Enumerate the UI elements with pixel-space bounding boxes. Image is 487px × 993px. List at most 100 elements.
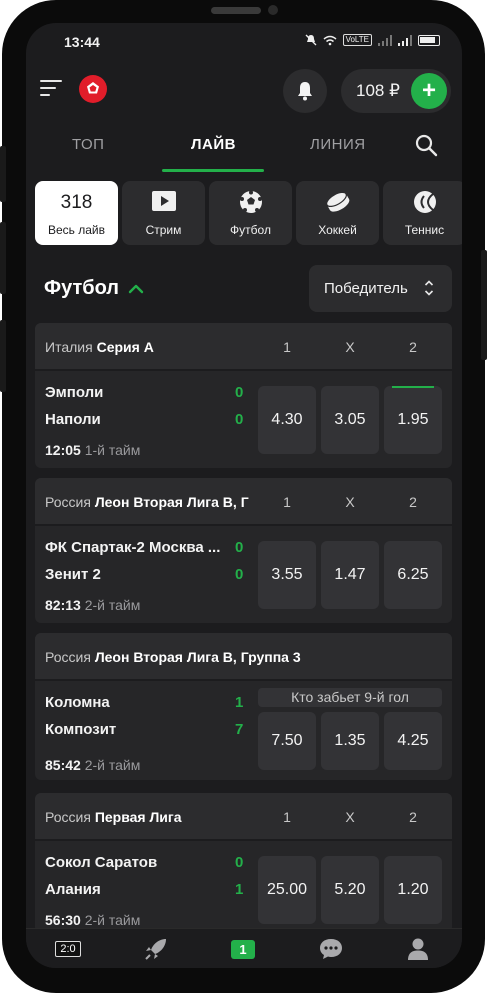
odd-button-x[interactable]: 3.05 (321, 386, 379, 454)
away-team[interactable]: Алания (45, 881, 101, 898)
away-score: 7 (235, 721, 244, 738)
sport-chip-tennis[interactable]: Теннис (383, 181, 462, 245)
balance-pill[interactable]: 108 ₽ + (341, 69, 451, 113)
odd-button-2[interactable]: 6.25 (384, 541, 442, 609)
signal-icon (398, 34, 412, 46)
column-label-2: 2 (409, 494, 417, 510)
menu-icon[interactable] (40, 80, 62, 98)
away-score: 0 (235, 411, 244, 428)
phone-side-button (0, 146, 6, 202)
volte-icon: VoLTE (342, 34, 372, 46)
soccer-ball-icon (239, 190, 262, 213)
column-label-x: X (345, 339, 355, 355)
brand-logo[interactable] (78, 74, 108, 104)
tab-live[interactable]: ЛАЙВ (191, 136, 236, 153)
column-label-x: X (345, 494, 355, 510)
away-score: 0 (235, 566, 244, 583)
home-team[interactable]: Сокол Саратов (45, 854, 157, 871)
phone-camera (268, 5, 278, 15)
notifications-button[interactable] (283, 69, 327, 113)
home-score: 0 (235, 854, 244, 871)
odd-button-2[interactable]: 1.95 (384, 386, 442, 454)
battery-icon (418, 34, 440, 46)
column-label-1: 1 (283, 494, 291, 510)
away-team[interactable]: Наполи (45, 411, 101, 428)
league-name: Россия Первая Лига (45, 809, 182, 825)
home-team[interactable]: Эмполи (45, 384, 103, 401)
wifi-icon (323, 35, 337, 45)
sport-chip-stream[interactable]: Стрим (122, 181, 205, 245)
odd-button-2[interactable]: 4.25 (384, 712, 442, 770)
home-team[interactable]: ФК Спартак-2 Москва ... (45, 539, 220, 556)
match-clock: 85:42 2-й тайм (45, 757, 141, 773)
league-header[interactable]: Италия Серия А 1 X 2 (35, 323, 452, 371)
sort-icon (424, 280, 434, 296)
nav-coupon[interactable]: 1 (226, 937, 260, 961)
tab-top[interactable]: ТОП (72, 136, 104, 153)
balance-amount: 108 ₽ (356, 81, 400, 100)
home-score: 1 (235, 694, 244, 711)
plus-icon: + (421, 77, 436, 104)
odd-change-indicator (392, 386, 434, 388)
sport-chip-all-live[interactable]: 318 Весь лайв (35, 181, 118, 245)
odd-button-2[interactable]: 1.20 (384, 856, 442, 924)
sport-chip-football[interactable]: Футбол (209, 181, 292, 245)
odd-button-1[interactable]: 25.00 (258, 856, 316, 924)
odd-button-x[interactable]: 5.20 (321, 856, 379, 924)
odd-button-1[interactable]: 4.30 (258, 386, 316, 454)
scoreboard-icon: 2:0 (55, 941, 81, 957)
nav-profile[interactable] (405, 937, 431, 961)
odd-button-x[interactable]: 1.47 (321, 541, 379, 609)
away-team[interactable]: Композит (45, 721, 116, 738)
phone-side-button (481, 250, 487, 360)
play-icon (151, 191, 176, 211)
tab-line[interactable]: ЛИНИЯ (310, 136, 366, 153)
user-icon (408, 938, 428, 960)
nav-my-bets[interactable]: 2:0 (52, 937, 84, 961)
odd-button-1[interactable]: 7.50 (258, 712, 316, 770)
nav-express[interactable] (142, 937, 170, 961)
coupon-count-badge: 1 (231, 939, 255, 959)
live-count: 318 (60, 192, 93, 213)
league-header[interactable]: Россия Первая Лига 1 X 2 (35, 793, 452, 841)
away-score: 1 (235, 881, 244, 898)
league-name: Россия Леон Вторая Лига B, Г (45, 494, 249, 510)
column-label-1: 1 (283, 809, 291, 825)
home-score: 0 (235, 384, 244, 401)
nav-chat[interactable] (317, 937, 345, 961)
league-header[interactable]: Россия Леон Вторая Лига B, Г 1 X 2 (35, 478, 452, 526)
away-team[interactable]: Зенит 2 (45, 566, 101, 583)
active-tab-indicator (162, 169, 264, 172)
sport-chip-label: Хоккей (318, 223, 357, 237)
league-name: Италия Серия А (45, 339, 154, 355)
main-tabs: ТОП ЛАЙВ ЛИНИЯ (26, 119, 462, 172)
market-selector[interactable]: Победитель (309, 265, 452, 312)
status-bar: 13:44 VoLTE (26, 23, 462, 63)
tennis-ball-icon (413, 191, 436, 213)
section-title[interactable]: Футбол (44, 277, 119, 300)
home-team[interactable]: Коломна (45, 694, 110, 711)
signal-icon (378, 34, 392, 46)
app-header: 108 ₽ + (26, 63, 462, 119)
home-score: 0 (235, 539, 244, 556)
market-selector-label: Победитель (324, 280, 408, 297)
sport-chip-label: Весь лайв (47, 223, 106, 237)
league-header[interactable]: Россия Леон Вторая Лига B, Группа 3 (35, 633, 452, 681)
chevron-up-icon[interactable] (128, 281, 144, 297)
odd-button-1[interactable]: 3.55 (258, 541, 316, 609)
match-clock: 82:13 2-й тайм (45, 597, 141, 613)
odd-button-x[interactable]: 1.35 (321, 712, 379, 770)
deposit-button[interactable]: + (411, 73, 447, 109)
submarket-label: Кто забьет 9-й гол (258, 688, 442, 707)
sport-filter: 318 Весь лайв Стрим Футбол Хоккей Теннис (26, 179, 462, 245)
column-label-2: 2 (409, 809, 417, 825)
rocket-icon (145, 939, 166, 960)
sport-chip-label: Теннис (404, 223, 445, 237)
sport-chip-hockey[interactable]: Хоккей (296, 181, 379, 245)
chat-icon (320, 939, 342, 959)
search-icon[interactable] (414, 133, 438, 157)
league-name: Россия Леон Вторая Лига B, Группа 3 (45, 649, 301, 665)
status-time: 13:44 (64, 34, 100, 50)
column-label-2: 2 (409, 339, 417, 355)
match-card: Россия Леон Вторая Лига B, Г 1 X 2 ФК Сп… (35, 478, 452, 623)
